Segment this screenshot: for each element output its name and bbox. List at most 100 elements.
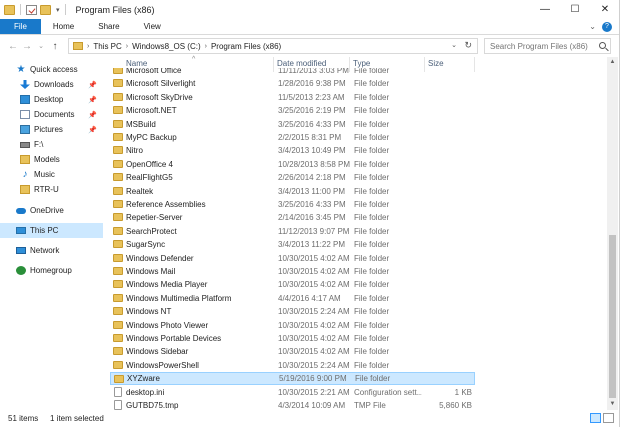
sidebar-item-downloads[interactable]: Downloads 📌 — [0, 77, 103, 92]
file-type: File folder — [354, 159, 390, 169]
folder-row[interactable]: WindowsPowerShell 10/30/2015 2:24 AM File … — [110, 359, 475, 372]
homegroup-icon — [16, 266, 26, 275]
folder-row[interactable]: Windows Photo Viewer 10/30/2015 4:02 AM Fi… — [110, 319, 475, 332]
sidebar-item-desktop[interactable]: Desktop 📌 — [0, 92, 103, 107]
sidebar-item-documents[interactable]: Documents 📌 — [0, 107, 103, 122]
back-button[interactable]: ← — [6, 41, 20, 52]
help-icon[interactable]: ? — [602, 21, 612, 32]
file-date-modified: 3/4/2013 11:22 PM — [278, 240, 346, 250]
folder-icon[interactable] — [4, 4, 15, 15]
folder-row[interactable]: SearchProtect 11/12/2013 9:07 PM File fold… — [110, 225, 475, 238]
column-header-type[interactable]: Type — [353, 59, 370, 68]
folder-row[interactable]: Nitro 3/4/2013 10:49 PM File folder — [110, 144, 475, 157]
file-date-modified: 10/30/2015 4:02 AM — [278, 267, 350, 276]
file-type: File folder — [354, 92, 390, 102]
sidebar-item-models[interactable]: Models — [0, 152, 103, 167]
address-bar[interactable]: › This PC › Windows8_OS (C:) › Program F… — [68, 38, 478, 54]
folder-row[interactable]: Microsoft SkyDrive 11/5/2013 2:23 AM File … — [110, 91, 475, 104]
tab-view[interactable]: View — [132, 19, 173, 34]
sidebar-item-this-pc[interactable]: This PC — [0, 223, 103, 238]
search-box[interactable] — [484, 38, 611, 54]
new-folder-icon[interactable] — [40, 4, 51, 15]
sidebar-item-quick-access[interactable]: ★ Quick access — [0, 62, 103, 77]
tab-home[interactable]: Home — [41, 19, 86, 34]
breadcrumb-drive[interactable]: Windows8_OS (C:) — [132, 42, 200, 51]
folder-row[interactable]: OpenOffice 4 10/28/2013 8:58 PM File folde… — [110, 158, 475, 171]
folder-row[interactable]: RealFlightG5 2/26/2014 2:18 PM File folder — [110, 171, 475, 184]
folder-icon — [113, 68, 123, 74]
file-name: OpenOffice 4 — [126, 159, 173, 169]
folder-row[interactable]: Windows Defender 10/30/2015 4:02 AM File f… — [110, 252, 475, 265]
forward-button[interactable]: → — [20, 41, 34, 52]
sidebar-item-onedrive[interactable]: OneDrive — [0, 203, 103, 218]
folder-row[interactable]: Repetier-Server 2/14/2016 3:45 PM File fol… — [110, 211, 475, 224]
folder-row[interactable]: SugarSync 3/4/2013 11:22 PM File folder — [110, 238, 475, 251]
folder-icon — [113, 92, 123, 101]
folder-icon — [113, 226, 123, 235]
recent-locations-button[interactable]: ⌄ — [34, 42, 48, 50]
refresh-icon[interactable]: ↻ — [464, 40, 472, 51]
folder-row[interactable]: Windows Sidebar 10/30/2015 4:02 AM File fo… — [110, 345, 475, 358]
pin-icon[interactable]: 📌 — [88, 111, 97, 119]
sidebar-item-homegroup[interactable]: Homegroup — [0, 263, 103, 278]
column-header-size[interactable]: Size — [428, 59, 444, 68]
close-button[interactable]: ✕ — [590, 0, 620, 19]
file-type: File folder — [354, 267, 390, 276]
folder-row[interactable]: Windows Portable Devices 10/30/2015 4:02 … — [110, 332, 475, 345]
minimize-button[interactable]: — — [530, 0, 560, 19]
breadcrumb-current-folder[interactable]: Program Files (x86) — [211, 42, 281, 51]
scroll-up-arrow-icon[interactable]: ▲ — [607, 57, 618, 68]
folder-row[interactable]: Windows NT 10/30/2015 2:24 AM File folder — [110, 305, 475, 318]
column-header-date[interactable]: Date modified — [277, 59, 326, 68]
maximize-button[interactable]: ☐ — [560, 0, 590, 19]
file-row[interactable]: GUTBD75.tmp 4/3/2014 10:09 AM TMP File 5,86… — [110, 399, 475, 410]
breadcrumb-this-pc[interactable]: This PC — [93, 42, 121, 51]
folder-row[interactable]: Microsoft.NET 3/25/2016 2:19 PM File folde… — [110, 104, 475, 117]
folder-row[interactable]: Realtek 3/4/2013 11:00 PM File folder — [110, 185, 475, 198]
scroll-down-arrow-icon[interactable]: ▼ — [607, 399, 618, 410]
search-input[interactable] — [490, 41, 598, 51]
folder-icon — [113, 146, 123, 155]
folder-row[interactable]: Reference Assemblies 3/25/2016 4:33 PM Fil… — [110, 198, 475, 211]
scrollbar-thumb[interactable] — [609, 235, 616, 398]
address-history-chevron-icon[interactable]: ⌄ — [451, 41, 457, 49]
large-icons-view-icon[interactable] — [603, 413, 614, 423]
tab-file[interactable]: File — [0, 19, 41, 34]
file-date-modified: 1/28/2016 9:38 PM — [278, 79, 346, 89]
file-date-modified: 5/19/2016 9:00 PM — [279, 374, 347, 384]
pictures-icon — [20, 125, 30, 134]
column-header-name[interactable]: Name — [126, 59, 147, 68]
file-name: Windows NT — [126, 307, 172, 317]
window-title: Program Files (x86) — [75, 4, 155, 15]
sidebar-item-music[interactable]: ♪ Music — [0, 167, 103, 182]
expand-ribbon-chevron-icon[interactable]: ⌄ — [589, 22, 596, 31]
folder-row[interactable]: XYZware 5/19/2016 9:00 PM File folder — [110, 372, 475, 386]
sidebar-item-pictures[interactable]: Pictures 📌 — [0, 122, 103, 137]
pin-icon[interactable]: 📌 — [88, 81, 97, 89]
folder-row[interactable]: Windows Mail 10/30/2015 4:02 AM File folde… — [110, 265, 475, 278]
folder-row[interactable]: MSBuild 3/25/2016 4:33 PM File folder — [110, 118, 475, 131]
sidebar-item-f-drive[interactable]: F:\ — [0, 137, 103, 152]
folder-icon — [113, 186, 123, 195]
folder-row[interactable]: Windows Multimedia Platform 4/4/2016 4:17… — [110, 292, 475, 305]
breadcrumb-separator-icon[interactable]: › — [126, 43, 128, 50]
tab-share[interactable]: Share — [86, 19, 131, 34]
properties-icon[interactable] — [26, 4, 37, 15]
folder-row[interactable]: MyPC Backup 2/2/2015 8:31 PM File folder — [110, 131, 475, 144]
sidebar-item-rtr-u[interactable]: RTR-U — [0, 182, 103, 197]
file-row[interactable]: desktop.ini 10/30/2015 2:21 AM Configurati… — [110, 386, 475, 399]
pin-icon[interactable]: 📌 — [88, 96, 97, 104]
breadcrumb-separator-icon[interactable]: › — [205, 43, 207, 50]
file-name: Microsoft SkyDrive — [126, 92, 193, 102]
pin-icon[interactable]: 📌 — [88, 126, 97, 134]
up-button[interactable]: ↑ — [48, 41, 62, 52]
sidebar-item-network[interactable]: Network — [0, 243, 103, 258]
folder-row[interactable]: Windows Media Player 10/30/2015 4:02 AM Fi… — [110, 278, 475, 291]
folder-row[interactable]: Microsoft Office 11/11/2013 3:03 PM File f… — [110, 68, 475, 77]
customize-toolbar-chevron-icon[interactable]: ▾ — [56, 6, 60, 14]
breadcrumb-separator-icon[interactable]: › — [87, 43, 89, 50]
vertical-scrollbar[interactable]: ▲ ▼ — [607, 57, 618, 410]
folder-row[interactable]: Microsoft Silverlight 1/28/2016 9:38 PM Fi… — [110, 77, 475, 90]
folder-icon — [113, 200, 123, 208]
details-view-icon[interactable] — [590, 413, 601, 423]
